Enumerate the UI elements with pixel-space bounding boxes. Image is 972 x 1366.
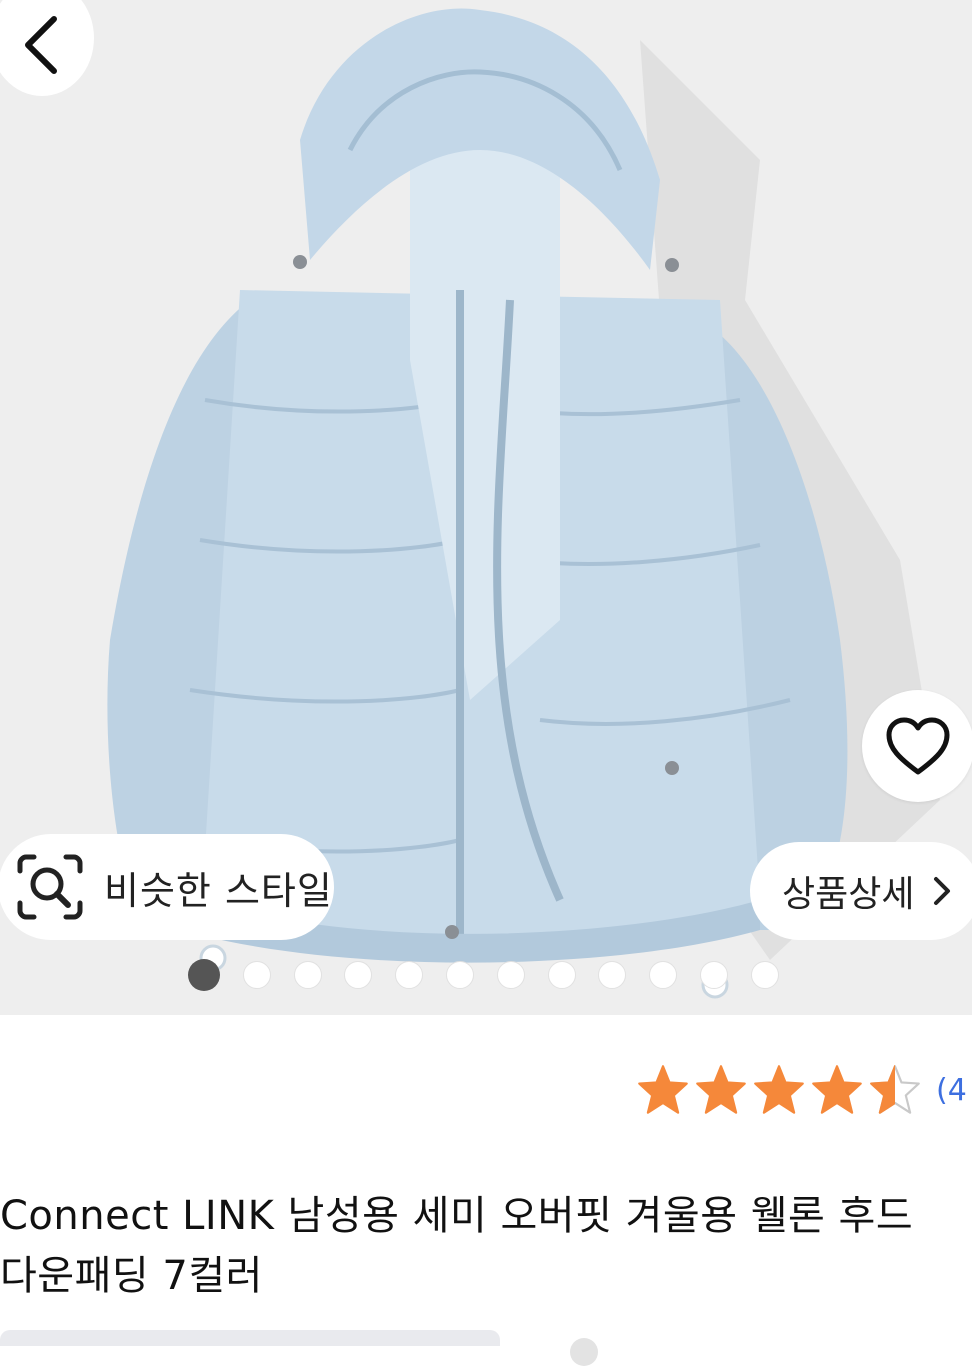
product-title: Connect LINK 남성용 세미 오버핏 겨울용 웰론 후드 다운패딩 7… (0, 1186, 960, 1306)
product-detail-label: 상품상세 (782, 874, 915, 915)
carousel-dot[interactable] (699, 961, 728, 989)
product-image-carousel[interactable]: 비슷한 스타일 상품상세 (0, 0, 972, 1015)
star-icon (638, 1065, 688, 1114)
carousel-dot[interactable] (598, 961, 627, 989)
product-title-line-1: Connect LINK 남성용 세미 오버핏 겨울용 웰론 후드 (0, 1193, 914, 1239)
carousel-dot[interactable] (242, 961, 271, 989)
carousel-dot[interactable] (496, 961, 525, 989)
star-half-icon (870, 1065, 920, 1114)
carousel-dot[interactable] (750, 961, 779, 989)
carousel-indicator (188, 958, 802, 992)
star-icon (696, 1065, 746, 1114)
star-icon (754, 1065, 804, 1114)
next-section-icon (570, 1338, 598, 1366)
back-arrow-icon (25, 16, 57, 74)
carousel-dot[interactable] (344, 961, 373, 989)
next-section-edge (0, 1330, 500, 1346)
product-title-line-2: 다운패딩 7컬러 (0, 1253, 263, 1299)
carousel-dot[interactable] (395, 961, 424, 989)
carousel-dot[interactable] (293, 961, 322, 989)
carousel-dot[interactable] (445, 961, 474, 989)
similar-style-button[interactable]: 비슷한 스타일 (0, 834, 334, 940)
review-count[interactable]: (4 (936, 1073, 967, 1108)
rating-summary[interactable]: (4 (636, 1060, 967, 1120)
chevron-right-icon (934, 877, 951, 905)
carousel-dot[interactable] (188, 959, 220, 991)
heart-icon (886, 717, 950, 775)
wishlist-button[interactable] (862, 690, 972, 802)
carousel-dot[interactable] (547, 961, 576, 989)
star-icon (812, 1065, 862, 1114)
carousel-dot[interactable] (649, 961, 678, 989)
image-search-icon (17, 854, 83, 920)
product-detail-button[interactable]: 상품상세 (750, 842, 972, 940)
similar-style-label: 비슷한 스타일 (104, 868, 333, 913)
